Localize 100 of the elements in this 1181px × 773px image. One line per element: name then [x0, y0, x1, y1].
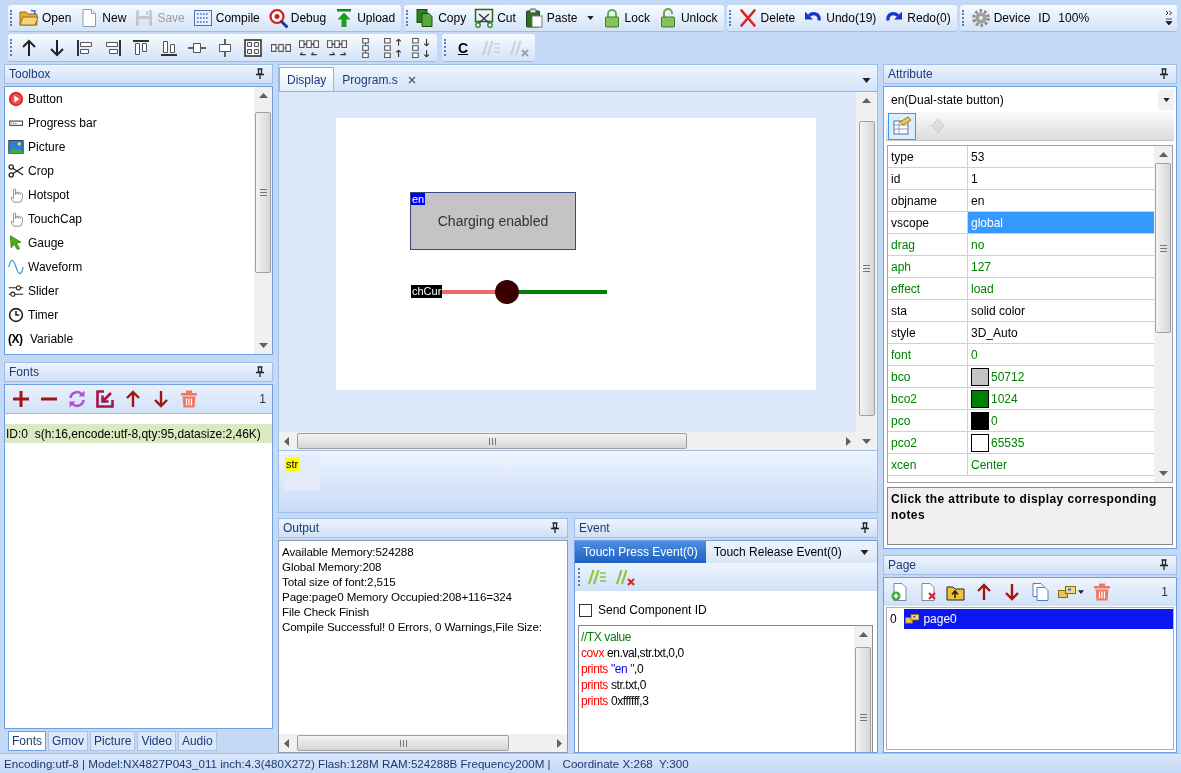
toolbox-item[interactable]: Progress bar [5, 111, 254, 135]
scroll-up-icon[interactable] [1158, 152, 1168, 157]
scroll-down-icon[interactable] [258, 343, 268, 348]
toolbar-button[interactable]: Upload [332, 6, 398, 30]
trash-icon[interactable] [1092, 582, 1112, 602]
property-name[interactable]: vscope [891, 215, 930, 230]
component-label[interactable]: str [285, 458, 300, 471]
property-row[interactable]: vscope global [888, 212, 1154, 234]
property-value[interactable]: solid color [968, 300, 1154, 321]
toolbox-item[interactable]: Picture [5, 135, 254, 159]
scrollbar-thumb[interactable] [855, 647, 871, 752]
scroll-up-icon[interactable] [862, 98, 871, 103]
property-row[interactable]: bco2 1024 [888, 388, 1154, 410]
toolbox-item[interactable]: Gauge [5, 231, 254, 255]
toolbar-button[interactable]: Open [17, 6, 74, 30]
box-arrow-icon[interactable] [95, 389, 115, 409]
property-name[interactable]: id [891, 171, 901, 186]
property-name[interactable]: style [891, 325, 916, 340]
property-row[interactable]: style 3D_Auto [888, 322, 1154, 344]
scroll-down-icon[interactable] [862, 439, 871, 444]
toolbar-button[interactable]: Device [968, 6, 1033, 30]
pages-icon[interactable] [1030, 582, 1050, 602]
dropdown-button[interactable] [1158, 90, 1174, 110]
property-name[interactable]: aph [891, 259, 912, 274]
property-row[interactable]: aph 127 [888, 256, 1154, 278]
panel-tab[interactable]: Gmov [48, 731, 89, 751]
component-label[interactable]: en [411, 193, 426, 205]
property-name[interactable]: type [891, 149, 914, 164]
font-list-item[interactable]: ID:0 s(h:16,encode:utf-8,qty:95,datasize:2,46K) [5, 424, 272, 443]
toolbar-button[interactable]: ID [1036, 6, 1053, 30]
toolbar-button[interactable]: Delete [735, 6, 798, 30]
pin-icon[interactable] [1158, 559, 1170, 571]
toolbox-item[interactable]: (X) Variable [5, 327, 254, 351]
pin-icon[interactable] [254, 68, 266, 80]
vertical-scrollbar[interactable] [856, 92, 877, 450]
caret-icon[interactable] [1078, 590, 1084, 594]
property-value[interactable]: 0 [968, 344, 1154, 365]
event-tab[interactable]: Touch Press Event(0) [575, 541, 706, 563]
property-row[interactable]: type 53 [888, 146, 1154, 168]
plus-icon[interactable] [11, 389, 31, 409]
toolbox-item[interactable]: Slider [5, 279, 254, 303]
scroll-up-icon[interactable] [258, 93, 268, 98]
page-plus-icon[interactable] [890, 582, 910, 602]
toolbox-item[interactable]: Hotspot [5, 183, 254, 207]
property-row[interactable]: pco 0 [888, 410, 1154, 432]
checkbox-label[interactable]: Send Component ID [598, 603, 707, 617]
property-value[interactable]: load [968, 278, 1154, 299]
pin-icon[interactable] [549, 522, 561, 534]
document-tab[interactable]: Display [279, 67, 335, 91]
property-name[interactable]: pco2 [891, 435, 918, 450]
panel-tab[interactable]: Fonts [8, 731, 46, 751]
toolbar-button[interactable]: Redo(0) [882, 6, 953, 30]
checkbox[interactable] [579, 603, 592, 617]
toolbox-item[interactable]: Waveform [5, 255, 254, 279]
property-value[interactable]: 0 [968, 410, 1154, 431]
property-name[interactable]: objname [891, 193, 938, 208]
page-cross-icon[interactable] [918, 582, 938, 602]
toolbar-button[interactable]: Paste [521, 6, 596, 30]
panel-tab[interactable]: Video [137, 731, 176, 751]
property-row[interactable]: bco 50712 [888, 366, 1154, 388]
property-value[interactable]: 3D_Auto [968, 322, 1154, 343]
toolbar-button[interactable]: Unlock [655, 6, 720, 30]
toolbar-button[interactable]: New [77, 6, 129, 30]
scroll-right-icon[interactable] [557, 738, 562, 748]
panel-tab[interactable]: Audio [177, 731, 217, 751]
toolbar-button[interactable]: Copy [413, 6, 469, 30]
property-row[interactable]: font 0 [888, 344, 1154, 366]
down-arrow-icon[interactable] [151, 389, 171, 409]
horizontal-scrollbar[interactable] [279, 432, 856, 450]
pin-icon[interactable] [859, 522, 871, 534]
horizontal-scrollbar[interactable] [279, 734, 567, 752]
property-value[interactable]: 53 [968, 146, 1154, 167]
panel-tab[interactable]: Picture [90, 731, 136, 751]
toolbar-button[interactable]: Lock [599, 6, 652, 30]
property-name[interactable]: bco [891, 369, 911, 384]
property-row[interactable]: drag no [888, 234, 1154, 256]
down-arrow-icon[interactable] [1002, 582, 1022, 602]
pin-icon[interactable] [1158, 68, 1170, 80]
toolbar-button[interactable]: Undo(19) [801, 6, 879, 30]
property-row[interactable]: xcen Center [888, 454, 1154, 476]
property-name[interactable]: font [891, 347, 911, 362]
page-list-item[interactable]: page0 [904, 609, 1173, 629]
property-name[interactable]: drag [891, 237, 916, 252]
scrollbar-thumb[interactable] [297, 735, 509, 751]
property-row[interactable]: pco2 65535 [888, 432, 1154, 454]
property-value[interactable]: 50712 [968, 366, 1154, 387]
property-name[interactable]: xcen [891, 457, 917, 472]
vertical-scrollbar[interactable] [854, 626, 872, 752]
overflow-chevron-icon[interactable] [1165, 10, 1173, 26]
slashes-cross-icon[interactable] [615, 567, 635, 587]
property-row[interactable]: id 1 [888, 168, 1154, 190]
component-label[interactable]: chCur [411, 285, 443, 298]
property-value[interactable]: Center [968, 454, 1154, 475]
blocks-icon[interactable] [1058, 586, 1076, 598]
property-value[interactable]: 65535 [968, 432, 1154, 453]
toolbar-button[interactable]: Debug [265, 6, 329, 30]
pin-icon[interactable] [254, 366, 266, 378]
property-row[interactable]: effect load [888, 278, 1154, 300]
canvas-button[interactable]: en Charging enabled [410, 192, 576, 250]
toolbar-button[interactable]: Cut [472, 6, 518, 30]
